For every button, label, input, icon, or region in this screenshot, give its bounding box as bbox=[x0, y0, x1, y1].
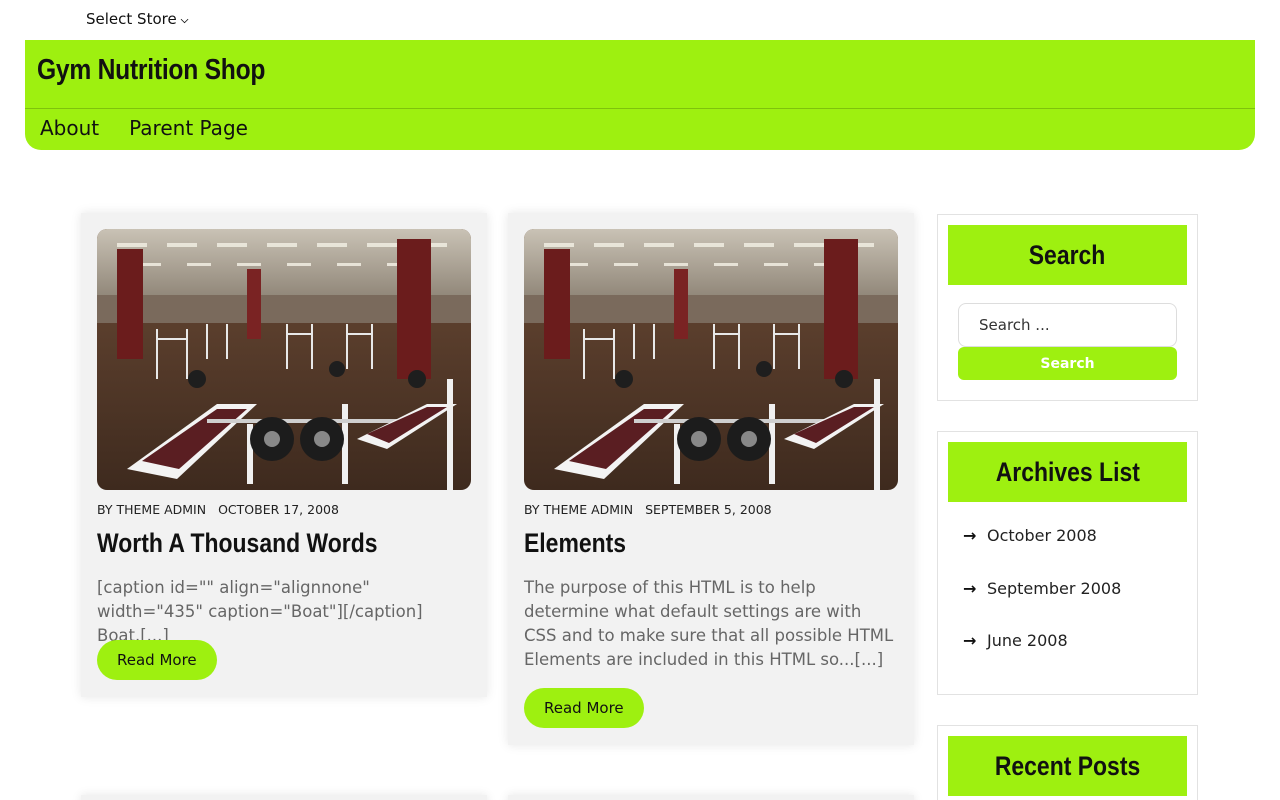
header-divider bbox=[25, 108, 1255, 109]
post-card bbox=[508, 795, 914, 800]
read-more-button[interactable]: Read More bbox=[524, 688, 644, 728]
post-meta: BY THEME ADMIN OCTOBER 17, 2008 bbox=[97, 502, 339, 517]
post-title[interactable]: Worth A Thousand Words bbox=[97, 528, 377, 559]
widget-title: Search bbox=[948, 225, 1187, 285]
nav-item-about[interactable]: About bbox=[40, 116, 99, 140]
post-card: BY THEME ADMIN SEPTEMBER 5, 2008 Elements… bbox=[508, 213, 914, 745]
post-date[interactable]: SEPTEMBER 5, 2008 bbox=[645, 502, 772, 517]
archive-label: October 2008 bbox=[987, 526, 1097, 545]
site-title[interactable]: Gym Nutrition Shop bbox=[37, 54, 265, 87]
arrow-right-icon: → bbox=[963, 631, 977, 650]
post-date[interactable]: OCTOBER 17, 2008 bbox=[218, 502, 339, 517]
arrow-right-icon: → bbox=[963, 526, 977, 545]
widget-title: Recent Posts bbox=[948, 736, 1187, 796]
post-author[interactable]: BY THEME ADMIN bbox=[97, 502, 206, 517]
post-meta: BY THEME ADMIN SEPTEMBER 5, 2008 bbox=[524, 502, 772, 517]
search-button[interactable]: Search bbox=[958, 347, 1177, 380]
main-nav: About Parent Page bbox=[40, 116, 248, 140]
chevron-down-icon: ⌵ bbox=[180, 14, 189, 26]
select-store-label: Select Store bbox=[86, 10, 177, 28]
post-card bbox=[81, 795, 487, 800]
post-image[interactable] bbox=[524, 229, 898, 490]
arrow-right-icon: → bbox=[963, 579, 977, 598]
search-widget: Search Search bbox=[937, 214, 1198, 401]
archive-label: September 2008 bbox=[987, 579, 1122, 598]
archives-widget: Archives List → October 2008 → September… bbox=[937, 431, 1198, 695]
archive-item-june-2008[interactable]: → June 2008 bbox=[963, 631, 1068, 650]
select-store-dropdown[interactable]: Select Store ⌵ bbox=[86, 10, 188, 28]
recent-posts-widget: Recent Posts bbox=[937, 725, 1198, 800]
post-card: BY THEME ADMIN OCTOBER 17, 2008 Worth A T… bbox=[81, 213, 487, 697]
nav-item-parent-page[interactable]: Parent Page bbox=[129, 116, 248, 140]
post-title[interactable]: Elements bbox=[524, 528, 626, 559]
search-input[interactable] bbox=[958, 303, 1177, 347]
post-excerpt: The purpose of this HTML is to help dete… bbox=[524, 578, 894, 669]
post-excerpt: [caption id="" align="alignnone" width="… bbox=[97, 578, 423, 645]
archive-item-october-2008[interactable]: → October 2008 bbox=[963, 526, 1097, 545]
post-author[interactable]: BY THEME ADMIN bbox=[524, 502, 633, 517]
post-image[interactable] bbox=[97, 229, 471, 490]
read-more-button[interactable]: Read More bbox=[97, 640, 217, 680]
archive-item-september-2008[interactable]: → September 2008 bbox=[963, 579, 1121, 598]
archive-label: June 2008 bbox=[987, 631, 1068, 650]
widget-title: Archives List bbox=[948, 442, 1187, 502]
site-header: Gym Nutrition Shop About Parent Page bbox=[25, 40, 1255, 150]
